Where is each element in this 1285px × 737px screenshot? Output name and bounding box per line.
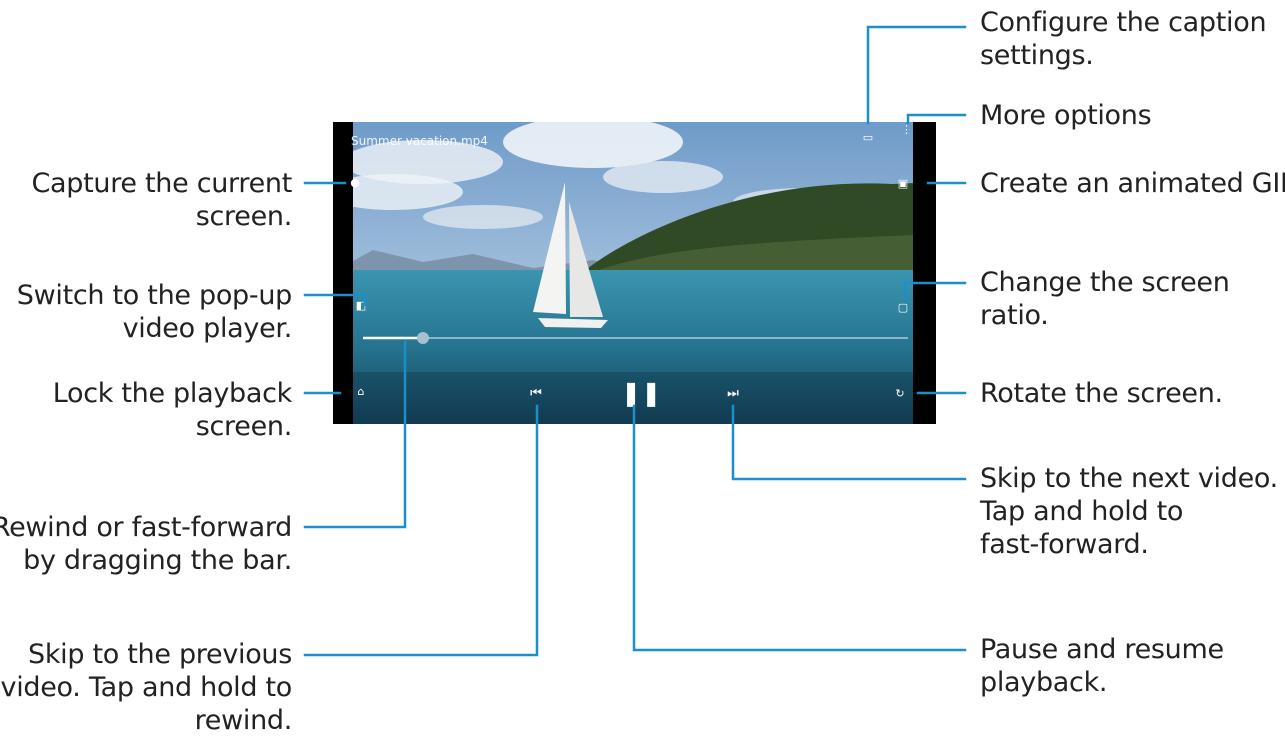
callout-lock: Lock the playback screen. bbox=[52, 378, 293, 442]
callout-rotate: Rotate the screen. bbox=[980, 378, 1223, 409]
callout-previous-video: Skip to the previous video. Tap and hold… bbox=[0, 639, 293, 736]
callout-popup-player: Switch to the pop-up video player. bbox=[16, 280, 293, 344]
callout-pause-resume: Pause and resume playback. bbox=[980, 634, 1224, 698]
callout-screen-ratio: Change the screen ratio. bbox=[980, 267, 1230, 331]
callout-capture: Capture the current screen. bbox=[31, 168, 292, 232]
callout-caption-settings: Configure the caption settings. bbox=[980, 7, 1267, 71]
callout-seek-bar: Rewind or fast-forward by dragging the b… bbox=[0, 512, 292, 576]
callout-animated-gif: Create an animated GIF. bbox=[980, 168, 1285, 199]
callout-next-video: Skip to the next video. Tap and hold to … bbox=[980, 463, 1278, 560]
callout-more-options: More options bbox=[980, 100, 1152, 131]
